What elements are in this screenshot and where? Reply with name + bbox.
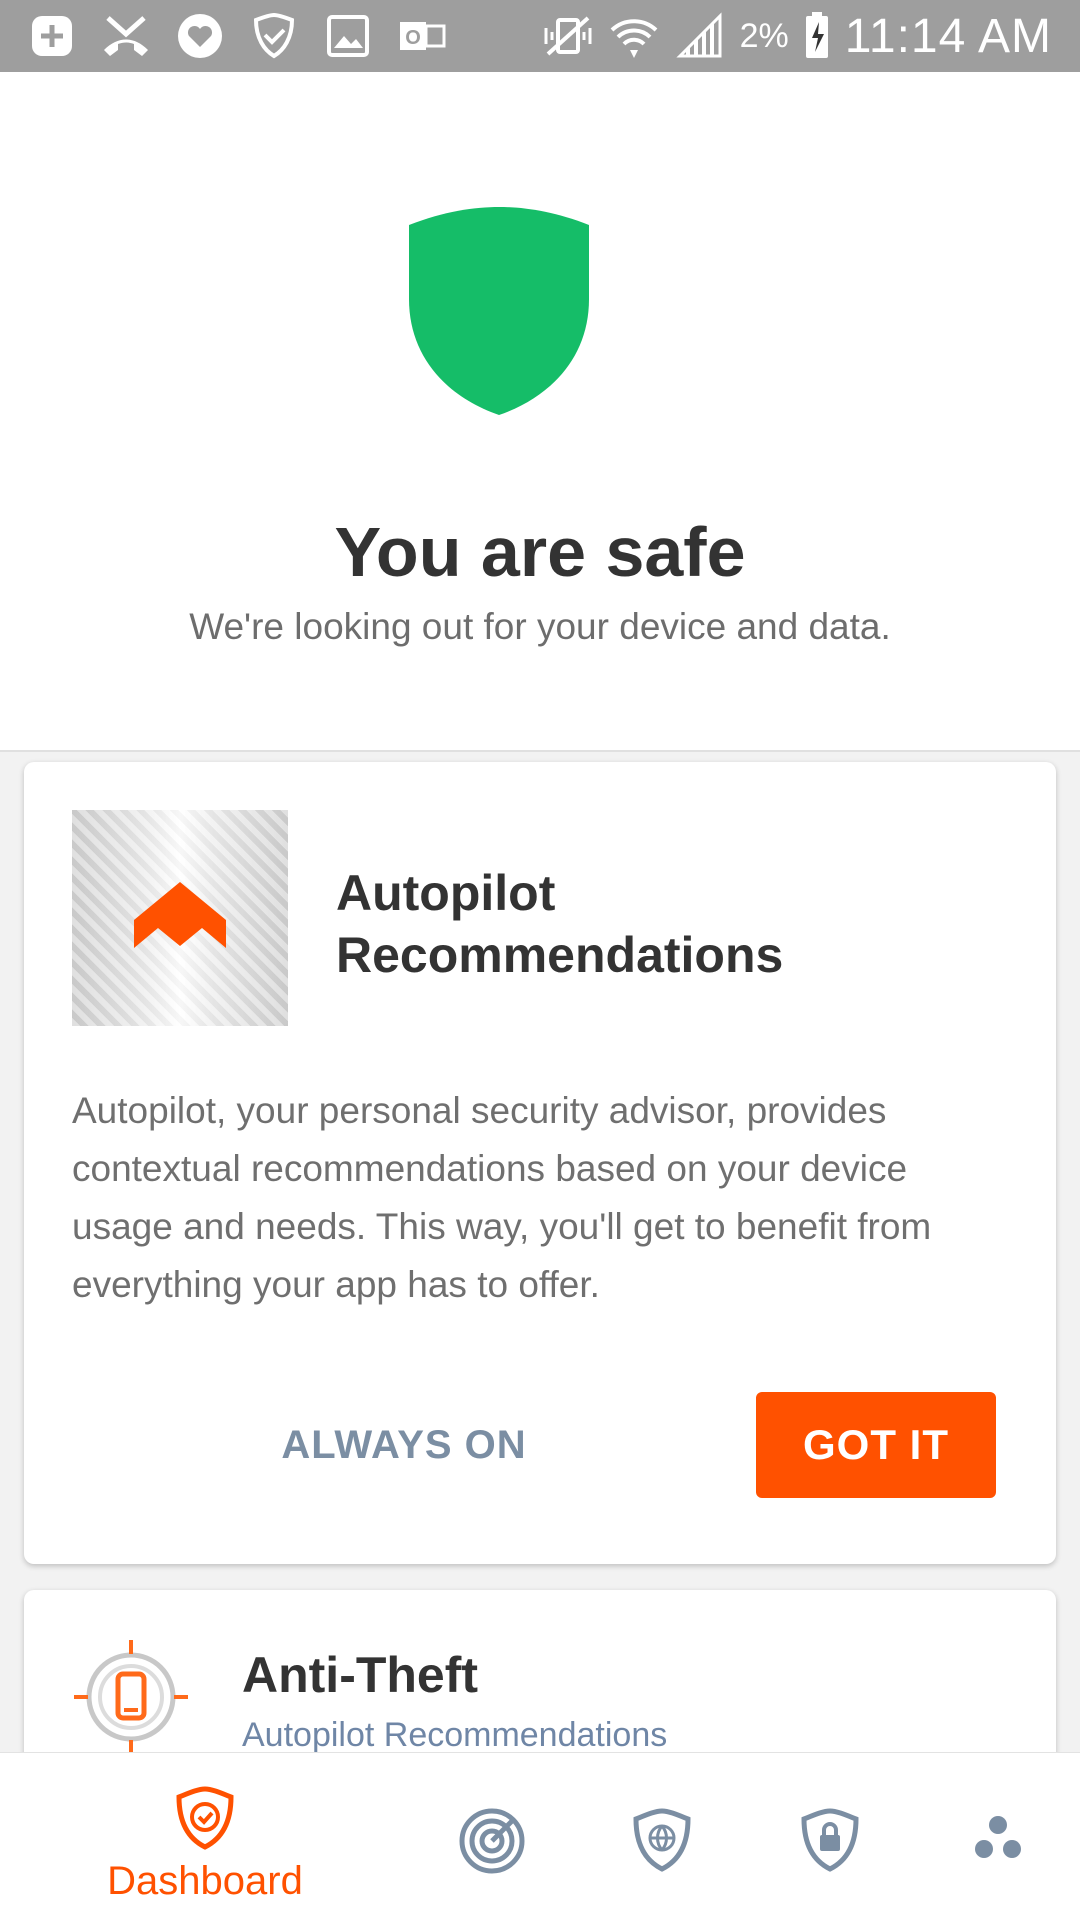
autopilot-description: Autopilot, your personal security adviso…: [72, 1090, 932, 1305]
nav-web-protection[interactable]: [626, 1753, 698, 1921]
status-bar: O 2% 11:14 AM: [0, 0, 1080, 72]
shield-safe-icon: [409, 207, 589, 415]
autopilot-title: Autopilot Recommendations: [336, 865, 784, 983]
battery-charging-icon: [803, 10, 831, 62]
nav-radar[interactable]: [456, 1753, 528, 1921]
nav-dashboard[interactable]: Dashboard: [90, 1753, 320, 1921]
battery-percent: 2%: [739, 16, 789, 55]
status-subtitle: We're looking out for your device and da…: [189, 606, 891, 647]
status-title: You are safe: [334, 513, 746, 591]
anti-theft-title: Anti-Theft: [242, 1647, 479, 1703]
anti-theft-subtitle: Autopilot Recommendations: [242, 1716, 668, 1754]
nav-dashboard-label: Dashboard: [107, 1859, 303, 1903]
privacy-lock-icon: [800, 1807, 860, 1873]
clock: 11:14 AM: [844, 9, 1052, 63]
web-protection-icon: [632, 1807, 692, 1873]
anti-theft-target-icon: [74, 1640, 188, 1754]
image-icon: [322, 10, 374, 62]
notification-icons: O: [26, 10, 448, 62]
vibrate-icon: [542, 10, 594, 62]
autopilot-thumbnail: [72, 810, 288, 1026]
autopilot-card: Autopilot Recommendations Autopilot, you…: [24, 762, 1056, 1564]
signal-icon: [674, 10, 726, 62]
bottom-navigation: Dashboard: [0, 1752, 1080, 1921]
more-dots-icon: [968, 1807, 1028, 1873]
radar-icon: [458, 1807, 526, 1875]
shield-check-icon: [248, 10, 300, 62]
missed-call-icon: [100, 10, 152, 62]
system-icons: 2% 11:14 AM: [542, 6, 1052, 66]
shield-check-icon: [175, 1785, 235, 1851]
always-on-button[interactable]: ALWAYS ON: [244, 1392, 564, 1498]
add-box-icon: [26, 10, 78, 62]
got-it-button[interactable]: GOT IT: [756, 1392, 996, 1498]
nav-privacy[interactable]: [794, 1753, 866, 1921]
wifi-icon: [608, 10, 660, 62]
nav-more[interactable]: [962, 1753, 1034, 1921]
svg-text:O: O: [405, 27, 421, 49]
outlook-icon: O: [396, 10, 448, 62]
safety-status-hero: You are safe We're looking out for your …: [0, 72, 1080, 750]
autopilot-chevron-icon: [134, 882, 226, 948]
heart-icon: [174, 10, 226, 62]
